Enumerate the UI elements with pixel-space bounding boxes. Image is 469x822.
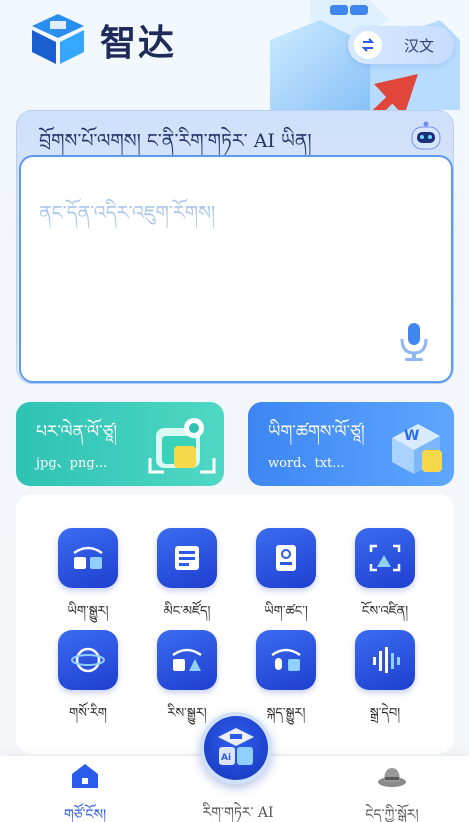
language-toggle-button[interactable]: 汉文	[348, 26, 454, 64]
app-logo-icon	[32, 14, 84, 64]
document-translate-card[interactable]: ཡིག་ཚགས་ལོ་ཙཱ། word、txt... W	[248, 402, 454, 486]
ai-center-button[interactable]: Ai	[200, 712, 272, 784]
scan-icon	[355, 528, 415, 588]
globe-icon	[58, 630, 118, 690]
tool-text-translate[interactable]: ཡིག་སྒྱུར།	[43, 528, 133, 638]
nav-home-label: གཙོ་ངོས།	[63, 807, 107, 822]
nav-me[interactable]: ངེད་ཀྱི་སྒོར།	[352, 762, 432, 822]
book-icon	[157, 528, 217, 588]
nav-home[interactable]: གཙོ་ངོས།	[50, 762, 120, 822]
nav-ai[interactable]: རིག་གཏེར་ AI	[188, 796, 288, 822]
svg-text:Ai: Ai	[221, 753, 231, 763]
translation-input[interactable]: ནང་དོན་འདིར་འཇུག་རོགས།	[19, 155, 453, 383]
audio-book-icon	[355, 630, 415, 690]
nav-ai-label: རིག་གཏེར་ AI	[202, 805, 274, 821]
tool-label: ཡིག་ཚང་།	[264, 604, 308, 619]
tool-dictionary[interactable]: མིང་མཛོད།	[142, 528, 232, 638]
tool-recognition[interactable]: ངོས་འཛིན།	[340, 528, 430, 638]
tool-label: མིང་མཛོད།	[163, 604, 211, 619]
swap-icon	[354, 31, 382, 59]
input-placeholder: ནང་དོན་འདིར་འཇུག་རོགས།	[39, 202, 216, 224]
image-translate-subtitle: jpg、png...	[36, 456, 108, 471]
svg-text:W: W	[404, 428, 419, 444]
tool-label: ངོས་འཛིན།	[361, 604, 409, 619]
word-document-icon: W	[392, 424, 442, 474]
robot-icon[interactable]	[409, 121, 443, 151]
nav-me-label: ངེད་ཀྱི་སྒོར།	[365, 807, 419, 822]
document-translate-subtitle: word、txt...	[268, 456, 345, 471]
image-convert-icon	[157, 630, 217, 690]
tool-label: སྒྲ་དེབ།	[369, 706, 401, 721]
image-translate-card[interactable]: པར་ལེན་ལོ་ཙཱ། jpg、png...	[16, 402, 224, 486]
tool-medicine[interactable]: གསོ་རིག	[43, 630, 133, 740]
app-name: 智达	[100, 23, 177, 64]
voice-translate-icon	[256, 630, 316, 690]
camera-scan-icon	[148, 418, 216, 474]
ai-logo-icon: Ai	[218, 728, 254, 765]
document-icon	[256, 528, 316, 588]
tool-label: ཡིག་སྒྱུར།	[67, 604, 109, 619]
translator-card: བྲོགས་པོ་ལགས། ང་ནི་རིག་གཏེར་ AI ཡིན། ནང་…	[16, 110, 454, 384]
home-icon	[72, 764, 98, 788]
tool-label: གསོ་རིག	[69, 706, 107, 721]
tool-documents[interactable]: ཡིག་ཚང་།	[241, 528, 331, 638]
header: 智达 汉文	[0, 0, 469, 110]
language-toggle-label: 汉文	[404, 36, 435, 55]
tool-audio-book[interactable]: སྒྲ་དེབ།	[340, 630, 430, 740]
profile-hat-icon	[378, 768, 406, 787]
translate-icon	[58, 528, 118, 588]
microphone-icon[interactable]	[399, 321, 429, 361]
